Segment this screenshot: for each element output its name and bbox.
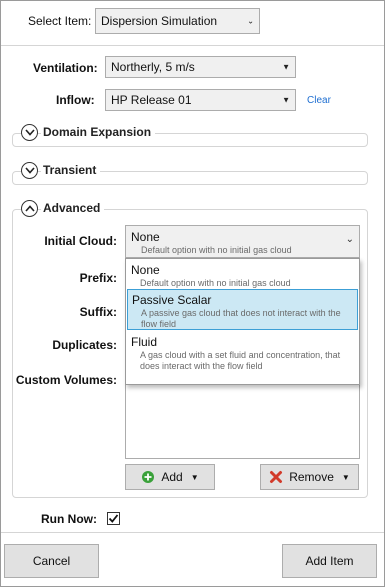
cancel-button-label: Cancel: [32, 554, 71, 568]
plus-circle-icon: [142, 471, 155, 483]
duplicates-label: Duplicates:: [52, 338, 117, 352]
advanced-title: Advanced: [41, 201, 105, 215]
option-none[interactable]: None Default option with no initial gas …: [127, 260, 358, 289]
collapse-advanced-button[interactable]: [21, 200, 38, 217]
inflow-combo[interactable]: HP Release 01 ▼: [105, 89, 296, 111]
initial-cloud-value: None: [131, 230, 160, 244]
expand-transient-button[interactable]: [21, 162, 38, 179]
custom-volumes-list[interactable]: [125, 381, 360, 459]
initial-cloud-dropdown: None Default option with no initial gas …: [125, 258, 360, 385]
divider: [1, 532, 384, 533]
add-item-dialog: Select Item: Dispersion Simulation ⌄ Ven…: [0, 0, 385, 587]
select-item-value: Dispersion Simulation: [101, 14, 218, 28]
inflow-label: Inflow:: [56, 93, 95, 107]
ventilation-label: Ventilation:: [33, 61, 98, 75]
chevron-down-icon: ⌄: [247, 16, 254, 26]
option-fluid[interactable]: Fluid A gas cloud with a set fluid and c…: [127, 332, 358, 384]
chevron-down-icon: [24, 167, 35, 174]
select-item-combo[interactable]: Dispersion Simulation ⌄: [95, 8, 260, 34]
domain-expansion-title: Domain Expansion: [41, 125, 156, 139]
triangle-down-icon: ▼: [190, 472, 199, 482]
add-item-button[interactable]: Add Item: [282, 544, 377, 578]
option-title: Fluid: [131, 335, 158, 349]
triangle-down-icon: ▼: [282, 62, 290, 72]
option-title: Passive Scalar: [132, 293, 212, 307]
checkmark-icon: [108, 514, 119, 523]
run-now-label: Run Now:: [41, 512, 97, 526]
triangle-down-icon: ▼: [341, 472, 350, 482]
add-volume-button[interactable]: Add ▼: [125, 464, 215, 490]
option-description: A passive gas cloud that does not intera…: [141, 308, 341, 329]
initial-cloud-label: Initial Cloud:: [44, 234, 117, 248]
select-item-label: Select Item:: [28, 14, 92, 28]
option-description: A gas cloud with a set fluid and concent…: [140, 350, 341, 371]
run-now-checkbox[interactable]: [107, 512, 120, 525]
prefix-label: Prefix:: [79, 271, 117, 285]
inflow-value: HP Release 01: [111, 93, 192, 107]
x-icon: [270, 471, 283, 483]
transient-title: Transient: [41, 163, 101, 177]
clear-link[interactable]: Clear: [307, 95, 331, 106]
option-description: Default option with no initial gas cloud: [140, 278, 291, 288]
triangle-down-icon: ▼: [282, 95, 290, 105]
ventilation-combo[interactable]: Northerly, 5 m/s ▼: [105, 56, 296, 78]
chevron-down-icon: ⌄: [345, 234, 354, 245]
custom-volumes-label: Custom Volumes:: [15, 373, 117, 387]
divider: [1, 45, 384, 46]
chevron-up-icon: [24, 205, 35, 212]
add-item-button-label: Add Item: [305, 554, 354, 568]
suffix-label: Suffix:: [79, 305, 117, 319]
remove-volume-button[interactable]: Remove ▼: [260, 464, 359, 490]
initial-cloud-combo[interactable]: None Default option with no initial gas …: [125, 225, 360, 258]
initial-cloud-description: Default option with no initial gas cloud: [141, 245, 292, 255]
chevron-down-icon: [24, 129, 35, 136]
cancel-button[interactable]: Cancel: [4, 544, 99, 578]
remove-volume-label: Remove: [289, 470, 334, 484]
option-title: None: [131, 263, 160, 277]
add-volume-label: Add: [161, 470, 183, 484]
option-passive-scalar[interactable]: Passive Scalar A passive gas cloud that …: [127, 289, 358, 330]
expand-domain-expansion-button[interactable]: [21, 124, 38, 141]
ventilation-value: Northerly, 5 m/s: [111, 60, 195, 74]
